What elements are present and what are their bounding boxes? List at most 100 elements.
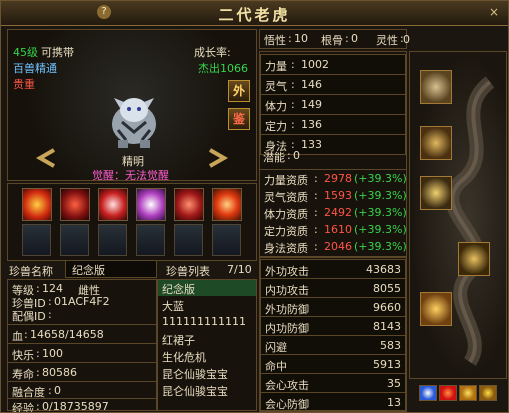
aptitude-colon: :: [314, 172, 318, 185]
pet-list-item-label: 大蓝: [162, 300, 184, 313]
exp-value: 0/18735897: [42, 400, 109, 413]
happiness-label: 快乐: [12, 349, 34, 362]
claw-skill-icon[interactable]: [98, 188, 128, 221]
combat-stat-value: 35: [387, 377, 401, 390]
combat-stat-label: 命中: [265, 360, 287, 373]
pet-portrait-panel: 45级 可携带 百兽精通 贵重 成长率: 杰出1066 外 鉴 精明 觉醒：无法…: [7, 29, 257, 182]
stamina-colon: :: [291, 98, 295, 111]
divider: [8, 381, 156, 382]
spouse-id-colon: :: [48, 308, 52, 321]
potential-label: 潜能: [263, 151, 285, 164]
pet-list-item-selected[interactable]: 纪念版: [158, 280, 256, 296]
pet-name-label: 珍兽名称: [9, 265, 53, 278]
empty-skill-slot[interactable]: [136, 224, 165, 256]
demon-skill-icon[interactable]: [60, 188, 90, 221]
wuxing-value: 10: [294, 32, 308, 45]
combat-stat-label: 外功攻击: [265, 265, 309, 278]
aptitude-colon: :: [314, 223, 318, 236]
combat-stat-value: 583: [380, 339, 401, 352]
fusion-colon: :: [48, 384, 52, 397]
purple-skill-icon[interactable]: [136, 188, 166, 221]
potential-colon: :: [287, 149, 291, 162]
aptitude-bonus: (+39.3%): [354, 206, 407, 219]
pet-list-item[interactable]: 大蓝: [158, 297, 256, 313]
focus-label: 定力: [265, 120, 287, 133]
title-bar[interactable]: ? 二代老虎 ×: [1, 1, 508, 26]
divider: [8, 343, 156, 344]
appearance-button[interactable]: 外: [228, 80, 250, 102]
combat-stat-row: 闪避 583: [260, 335, 406, 356]
crimson-skill-icon[interactable]: [174, 188, 204, 221]
empty-skill-slot[interactable]: [212, 224, 241, 256]
empty-skill-slot[interactable]: [60, 224, 89, 256]
pet-list-item-label: 纪念版: [162, 283, 195, 296]
aptitude-label: 定力资质: [264, 225, 308, 238]
gauntlet-icon[interactable]: [420, 126, 452, 160]
divider: [8, 398, 156, 399]
buff-icon[interactable]: [459, 385, 477, 401]
aptitude-panel: 力量资质 : 2978 (+39.3%) 灵气资质 : 1593 (+39.3%…: [259, 169, 407, 257]
combat-stat-label: 外功防御: [265, 303, 309, 316]
lifespan-colon: :: [36, 366, 40, 379]
close-button[interactable]: ×: [486, 4, 502, 20]
spirit-value: 146: [301, 78, 322, 91]
armor-icon[interactable]: [420, 176, 452, 210]
hp-label: 血: [12, 330, 23, 343]
aptitude-row: 身法资质 : 2046 (+39.3%): [262, 239, 407, 255]
pet-level: 45级: [13, 46, 38, 59]
prev-pet-arrow-icon[interactable]: [34, 148, 58, 168]
combat-stat-value: 43683: [366, 263, 401, 276]
aptitude-label: 灵气资质: [264, 191, 308, 204]
spirit-row: 灵气 : 146: [260, 74, 406, 95]
dragon-decoration-icon: [445, 76, 495, 366]
flame-slash-skill-icon[interactable]: [212, 188, 242, 221]
focus-colon: :: [291, 118, 295, 131]
pet-type: 百兽精通: [13, 62, 57, 75]
combat-stat-row: 命中 5913: [260, 354, 406, 375]
pet-list: 纪念版 大蓝 111111111111 红裙子 生化危机 昆仑仙骏宝宝 昆仑仙骏…: [157, 279, 257, 411]
exp-label: 经验: [12, 402, 34, 413]
stamina-row: 体力 : 149: [260, 94, 406, 115]
aptitude-label: 身法资质: [264, 242, 308, 255]
combat-stat-label: 内功防御: [265, 322, 309, 335]
next-pet-arrow-icon[interactable]: [206, 148, 230, 168]
combat-stat-label: 闪避: [265, 341, 287, 354]
helmet-icon[interactable]: [420, 70, 452, 104]
pet-list-item[interactable]: 昆仑仙骏宝宝: [158, 382, 256, 398]
aptitude-bonus: (+39.3%): [354, 240, 407, 253]
buff-icon[interactable]: [479, 385, 497, 401]
potential-value: 0: [293, 149, 300, 162]
pet-list-item[interactable]: 生化危机: [158, 348, 256, 364]
combat-stat-value: 5913: [373, 358, 401, 371]
aptitude-colon: :: [314, 206, 318, 219]
stamina-label: 体力: [265, 100, 287, 113]
combat-stat-row: 会心攻击 35: [260, 373, 406, 394]
combat-stat-label: 会心防御: [265, 398, 309, 411]
boots-icon[interactable]: [458, 242, 490, 276]
empty-skill-slot[interactable]: [22, 224, 51, 256]
aptitude-colon: :: [314, 240, 318, 253]
combat-stat-value: 8055: [373, 282, 401, 295]
aptitude-row: 体力资质 : 2492 (+39.3%): [262, 205, 407, 221]
pet-list-item[interactable]: 昆仑仙骏宝宝: [158, 365, 256, 381]
pet-model-image: [112, 98, 156, 148]
pet-name-input[interactable]: 纪念版: [65, 260, 157, 278]
gengu-colon: :: [345, 32, 349, 45]
aptitude-value: 2492: [324, 206, 352, 219]
combat-stat-row: 外功防御 9660: [260, 297, 406, 318]
gengu-value: 0: [351, 32, 358, 45]
buff-icon[interactable]: [419, 385, 437, 401]
combat-stat-row: 外功攻击 43683: [260, 259, 406, 280]
fire-skill-icon[interactable]: [22, 188, 52, 221]
pet-list-item[interactable]: 红裙子: [158, 331, 256, 347]
level-value: 124: [42, 282, 63, 295]
talon-icon[interactable]: [420, 292, 452, 326]
pet-list-item[interactable]: 111111111111: [158, 314, 256, 330]
empty-skill-slot[interactable]: [174, 224, 203, 256]
lingxing-label: 灵性: [376, 34, 398, 47]
growth-value: 杰出1066: [198, 62, 248, 75]
strength-row: 力量 : 1002: [260, 54, 406, 75]
buff-icon[interactable]: [439, 385, 457, 401]
empty-skill-slot[interactable]: [98, 224, 127, 256]
appraise-button[interactable]: 鉴: [228, 108, 250, 130]
